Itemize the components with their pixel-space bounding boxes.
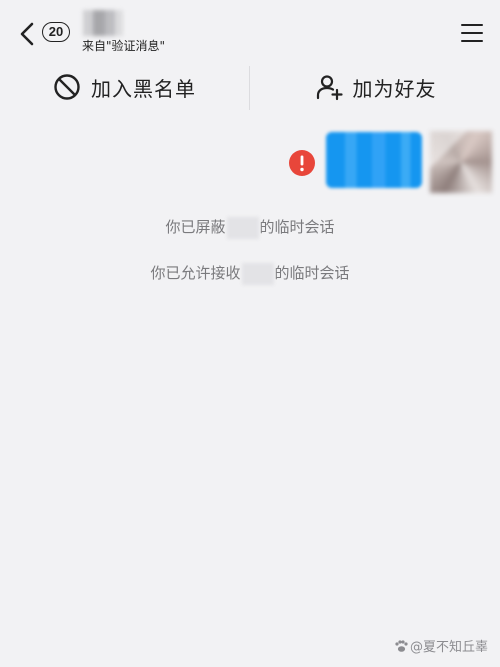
contact-name-redacted: [83, 10, 123, 36]
message-bubble-redacted[interactable]: [326, 132, 422, 188]
send-failed-icon[interactable]: [289, 150, 315, 176]
redacted-name: [241, 262, 274, 285]
chat-source-subtitle: 来自"验证消息": [82, 39, 166, 53]
watermark-text: @夏不知丘辜: [409, 640, 488, 655]
system-message-text: 你已允许接收: [150, 264, 241, 282]
system-message-text: 你已屏蔽: [165, 218, 226, 236]
add-user-icon: [316, 75, 343, 101]
action-bar: 加入黑名单 加为好友: [0, 62, 500, 112]
redacted-name: [226, 216, 259, 239]
avatar[interactable]: [430, 131, 492, 193]
watermark: @夏不知丘辜: [394, 636, 488, 655]
block-button[interactable]: 加入黑名单: [0, 62, 249, 112]
add-friend-button[interactable]: 加为好友: [251, 62, 500, 112]
system-message-text: 的临时会话: [259, 218, 335, 236]
paw-icon: [395, 639, 408, 652]
system-message-text: 的临时会话: [274, 264, 350, 282]
unread-count-badge[interactable]: 20: [42, 22, 70, 42]
chat-header: 20 来自"验证消息": [0, 0, 500, 62]
block-icon: [54, 74, 80, 100]
block-button-label: 加入黑名单: [91, 76, 196, 101]
add-friend-button-label: 加为好友: [352, 76, 437, 101]
outgoing-message-row: [0, 128, 500, 194]
action-divider: [249, 66, 250, 110]
system-message-allowed: 你已允许接收 的临时会话: [0, 262, 500, 285]
system-message-blocked: 你已屏蔽 的临时会话: [0, 216, 500, 239]
menu-icon[interactable]: [461, 24, 483, 43]
back-arrow-icon[interactable]: [16, 20, 40, 48]
